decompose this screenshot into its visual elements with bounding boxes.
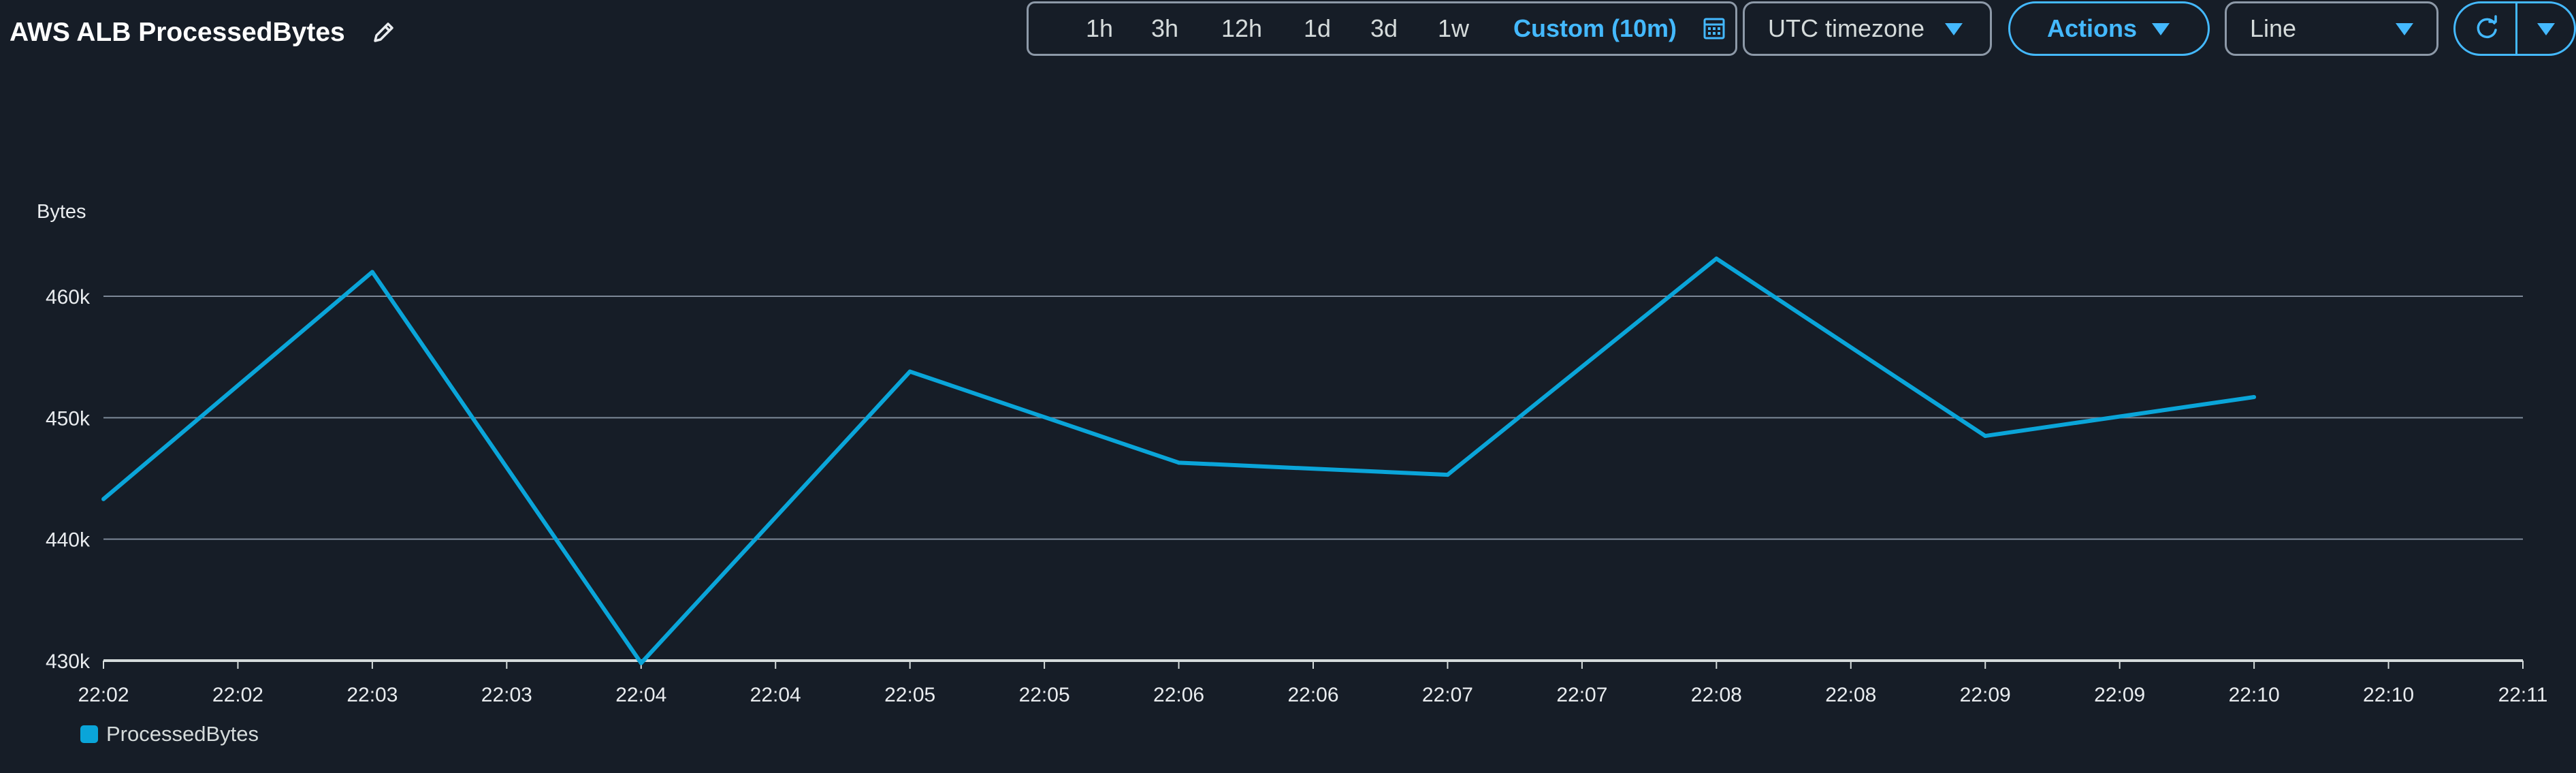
line-chart: Bytes 430k440k450k460k 22:02 22:02 22:03 22… [37, 201, 2547, 706]
y-axis-ticks: 430k 440k 450k 460k [46, 286, 91, 673]
x-tick-label: 22:07 [1422, 684, 1473, 706]
data-point[interactable] [1983, 434, 1988, 439]
data-point[interactable] [1445, 473, 1450, 477]
x-tick-label: 22:05 [884, 684, 935, 706]
x-tick-label: 22:09 [1960, 684, 2011, 706]
series-processedbytes [101, 256, 2257, 665]
x-tick-label: 22:09 [2094, 684, 2145, 706]
x-tick-label: 22:03 [481, 684, 532, 706]
data-point[interactable] [1714, 256, 1719, 261]
x-tick-label: 22:03 [347, 684, 398, 706]
metric-widget: AWS ALB ProcessedBytes 1h 3h 12h 1d 3d 1… [0, 0, 2576, 773]
x-tick-label: 22:04 [615, 684, 666, 706]
x-tick-label: 22:06 [1287, 684, 1338, 706]
x-tick-label: 22:02 [212, 684, 263, 706]
y-tick-label: 440k [46, 529, 91, 552]
y-tick-label: 460k [46, 286, 91, 309]
x-tick-label: 22:04 [750, 684, 801, 706]
x-tick-label: 22:08 [1691, 684, 1742, 706]
x-tick-label: 22:11 [2498, 684, 2548, 706]
x-tick-label: 22:05 [1019, 684, 1070, 706]
data-point[interactable] [907, 369, 912, 374]
data-point[interactable] [639, 661, 643, 665]
x-tick-label: 22:02 [78, 684, 129, 706]
chart-legend: ProcessedBytes [80, 722, 259, 746]
data-point[interactable] [370, 270, 374, 274]
x-tick-label: 22:10 [2363, 684, 2414, 706]
x-axis-ticks: 22:02 22:02 22:03 22:03 22:04 22:04 22:05 22:05… [78, 661, 2547, 706]
x-tick-label: 22:10 [2229, 684, 2280, 706]
legend-label: ProcessedBytes [106, 722, 259, 746]
x-tick-label: 22:07 [1556, 684, 1607, 706]
x-tick-label: 22:06 [1153, 684, 1204, 706]
gridlines [103, 296, 2523, 662]
y-tick-label: 430k [46, 650, 91, 673]
data-point[interactable] [101, 496, 106, 501]
y-tick-label: 450k [46, 407, 91, 430]
legend-swatch [80, 725, 98, 743]
data-point[interactable] [1176, 460, 1181, 465]
y-axis-label: Bytes [37, 201, 86, 223]
x-tick-label: 22:08 [1825, 684, 1876, 706]
data-point[interactable] [2252, 395, 2257, 400]
